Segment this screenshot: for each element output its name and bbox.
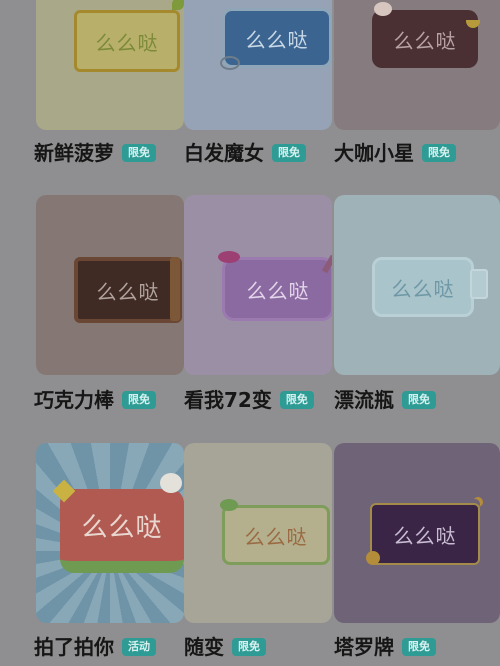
style-caption: 漂流瓶 限免 [334,388,436,412]
leaf-icon [172,0,184,10]
free-tag: 限免 [402,391,436,409]
style-title: 漂流瓶 [334,388,394,412]
style-card-casual[interactable]: 么么哒 [184,443,332,623]
style-caption: 拍了拍你 活动 [34,635,156,659]
dino-icon [220,499,238,511]
style-title: 看我72变 [184,388,272,412]
face-icon [374,2,392,16]
bubble-preview: 么么哒 [74,10,180,72]
style-thumbnail: 么么哒 [184,0,332,130]
bubble-preview: 么么哒 [372,10,478,68]
bubble-preview: 么么哒 [370,503,480,565]
style-card-white-witch[interactable]: 么么哒 [184,0,332,130]
style-caption: 塔罗牌 限免 [334,635,436,659]
free-tag: 限免 [272,144,306,162]
style-title: 新鲜菠萝 [34,141,114,165]
style-thumbnail: 么么哒 [334,0,500,130]
free-tag: 限免 [232,638,266,656]
free-tag: 限免 [122,391,156,409]
style-title: 塔罗牌 [334,635,394,659]
sun-icon [366,551,380,565]
bubble-preview: 么么哒 [222,257,332,321]
cat-icon [160,473,182,493]
free-tag: 限免 [122,144,156,162]
style-caption: 看我72变 限免 [184,388,314,412]
style-thumbnail: 么么哒 [184,195,332,375]
bubble-preview: 么么哒 [222,505,330,565]
free-tag: 限免 [402,638,436,656]
style-thumbnail: 么么哒 [36,195,184,375]
style-card-drift-bottle[interactable]: 么么哒 [334,195,500,375]
bubble-style-grid: 么么哒 新鲜菠萝 限免 么么哒 白发魔女 限免 么么哒 大咖小星 限免 么么哒 [0,0,500,666]
bubble-preview: 么么哒 [74,257,182,323]
style-card-chocolate-bar[interactable]: 么么哒 [36,195,184,375]
style-title: 拍了拍你 [34,635,114,659]
style-thumbnail: 么么哒 [184,443,332,623]
style-title: 巧克力棒 [34,388,114,412]
style-card-pineapple[interactable]: 么么哒 [36,0,184,130]
style-card-pat-pat[interactable]: 么么哒 [36,443,184,623]
style-thumbnail: 么么哒 [36,0,184,130]
event-tag: 活动 [122,638,156,656]
style-card-transform[interactable]: 么么哒 [184,195,332,375]
style-caption: 白发魔女 限免 [184,141,306,165]
free-tag: 限免 [279,391,314,409]
ornament-icon [220,56,240,70]
style-card-big-star[interactable]: 么么哒 [334,0,500,130]
stick-icon [170,257,180,321]
style-thumbnail: 么么哒 [36,443,184,623]
style-thumbnail: 么么哒 [334,195,500,375]
bubble-preview: 么么哒 [60,489,184,573]
lips-icon [218,251,240,263]
style-title: 大咖小星 [334,141,414,165]
style-card-tarot[interactable]: 么么哒 [334,443,500,623]
style-caption: 新鲜菠萝 限免 [34,141,156,165]
bubble-preview: 么么哒 [372,257,474,317]
style-caption: 巧克力棒 限免 [34,388,156,412]
style-caption: 大咖小星 限免 [334,141,456,165]
style-caption: 随变 限免 [184,635,266,659]
style-title: 随变 [184,635,224,659]
style-thumbnail: 么么哒 [334,443,500,623]
bottle-neck-icon [470,269,488,299]
style-title: 白发魔女 [184,141,264,165]
moon-icon [470,499,480,509]
free-tag: 限免 [422,144,456,162]
